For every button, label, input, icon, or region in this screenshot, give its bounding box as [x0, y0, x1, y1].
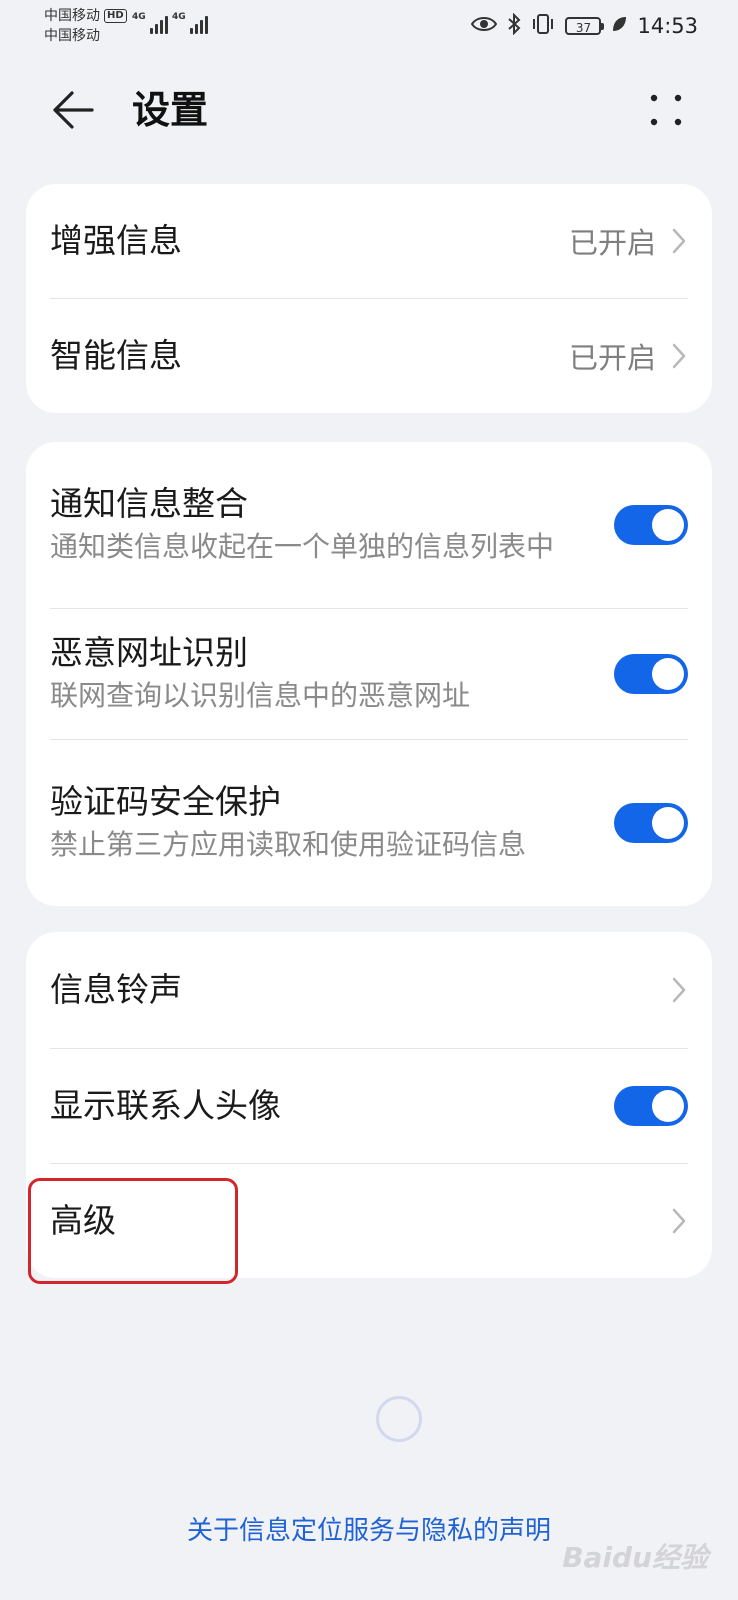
- vibrate-icon: [531, 13, 555, 39]
- chevron-right-icon: [670, 227, 688, 255]
- carrier-1-label: 中国移动: [44, 8, 100, 24]
- toggle-switch[interactable]: [614, 803, 688, 843]
- eye-icon: [471, 15, 498, 37]
- clock: 14:53: [637, 14, 698, 38]
- toggle-knob: [652, 807, 684, 839]
- row-ringtone[interactable]: 信息铃声: [50, 932, 688, 1048]
- back-arrow-icon: [53, 91, 94, 129]
- baidu-watermark: Baidu经验: [562, 1541, 708, 1574]
- row-contact-avatar[interactable]: 显示联系人头像: [50, 1048, 688, 1163]
- row-status-value: 已开启: [568, 226, 656, 260]
- row-verification-code[interactable]: 验证码安全保护 禁止第三方应用读取和使用验证码信息: [50, 739, 688, 906]
- network-1-label: 4G: [132, 12, 146, 22]
- more-dots-icon: [650, 94, 682, 126]
- toggle-switch[interactable]: [614, 505, 688, 545]
- row-status-value: 已开启: [568, 341, 656, 375]
- battery-icon: 37: [565, 17, 605, 35]
- row-description: 禁止第三方应用读取和使用验证码信息: [50, 828, 527, 861]
- toggle-knob: [652, 509, 684, 541]
- back-button[interactable]: [44, 82, 100, 138]
- row-smart-info[interactable]: 智能信息 已开启: [50, 298, 688, 413]
- more-options-button[interactable]: [638, 82, 694, 138]
- row-title: 显示联系人头像: [50, 1086, 281, 1125]
- toggle-knob: [652, 1090, 684, 1122]
- carrier-info: 中国移动 HD 中国移动: [44, 6, 127, 46]
- bluetooth-icon: [507, 12, 521, 39]
- row-title: 通知信息整合: [50, 484, 248, 523]
- row-title: 验证码安全保护: [50, 782, 281, 821]
- row-enhanced-info[interactable]: 增强信息 已开启: [50, 184, 688, 298]
- row-title: 信息铃声: [50, 970, 182, 1009]
- toggle-switch[interactable]: [614, 1086, 688, 1126]
- app-header: 设置: [0, 60, 738, 160]
- chevron-right-icon: [670, 976, 688, 1004]
- highlight-box: [28, 1178, 238, 1284]
- status-icons: 37 14:53: [471, 10, 698, 42]
- row-description: 联网查询以识别信息中的恶意网址: [50, 679, 471, 712]
- network-2-label: 4G: [172, 12, 186, 22]
- row-title: 智能信息: [50, 336, 182, 375]
- carrier-2-label: 中国移动: [44, 28, 100, 44]
- card-security: 通知信息整合 通知类信息收起在一个单独的信息列表中 恶意网址识别 联网查询以识别…: [26, 442, 712, 906]
- row-malicious-url[interactable]: 恶意网址识别 联网查询以识别信息中的恶意网址: [50, 608, 688, 739]
- hd-badge: HD: [104, 9, 127, 23]
- page-title: 设置: [132, 88, 209, 132]
- row-title: 增强信息: [50, 221, 182, 260]
- status-bar: 中国移动 HD 中国移动 4G 4G 37 14:53: [0, 0, 738, 52]
- toggle-knob: [652, 658, 684, 690]
- chevron-right-icon: [670, 342, 688, 370]
- card-enhanced-info: 增强信息 已开启 智能信息 已开启: [26, 184, 712, 413]
- signal-2-icon: 4G: [172, 12, 208, 34]
- leaf-icon: [611, 15, 627, 37]
- signal-1-icon: 4G: [132, 12, 168, 34]
- row-title: 恶意网址识别: [50, 633, 248, 672]
- loading-spinner-icon: [376, 1396, 422, 1442]
- row-description: 通知类信息收起在一个单独的信息列表中: [50, 530, 555, 563]
- row-notification-merge[interactable]: 通知信息整合 通知类信息收起在一个单独的信息列表中: [50, 442, 688, 608]
- toggle-switch[interactable]: [614, 654, 688, 694]
- chevron-right-icon: [670, 1207, 688, 1235]
